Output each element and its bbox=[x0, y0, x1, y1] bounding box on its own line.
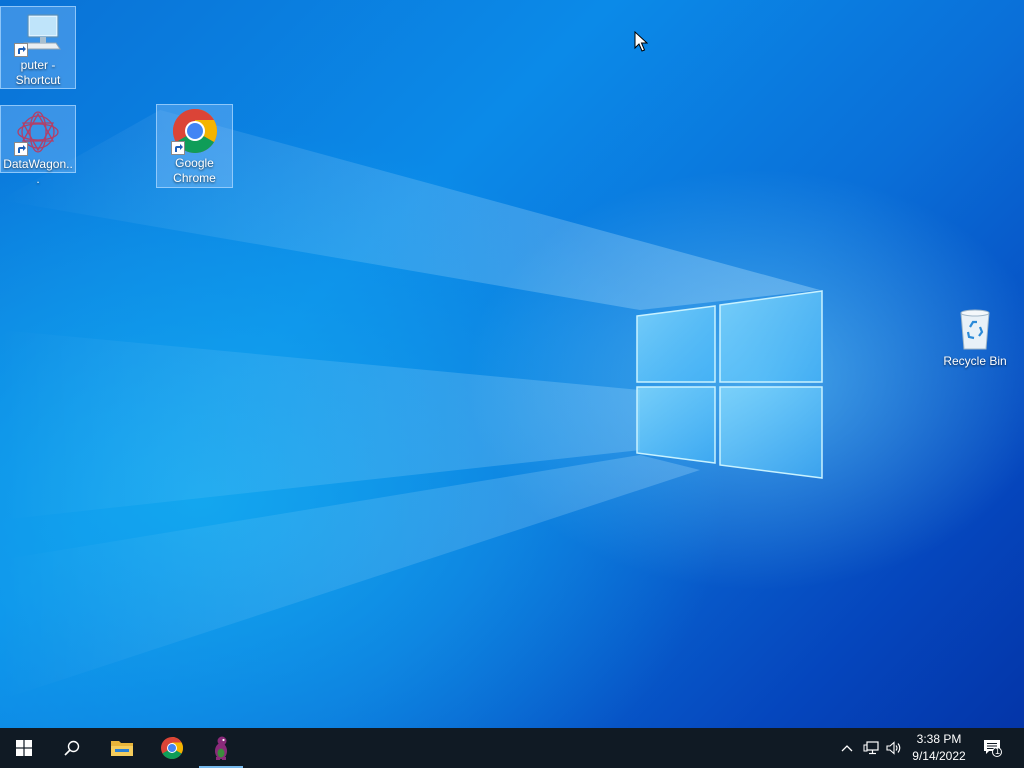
shortcut-arrow-icon bbox=[14, 43, 28, 57]
file-explorer-icon bbox=[111, 741, 133, 756]
volume-icon bbox=[886, 741, 901, 755]
clock-date: 9/14/2022 bbox=[912, 749, 966, 763]
datawagon-app-icon bbox=[215, 736, 227, 760]
notification-count-badge: 1 bbox=[994, 746, 1000, 756]
action-center-button[interactable]: 1 bbox=[978, 728, 1008, 768]
desktop-icon-label: puter - Shortcut bbox=[15, 58, 61, 87]
taskbar-google-chrome[interactable] bbox=[148, 728, 196, 768]
chevron-up-icon bbox=[841, 745, 853, 752]
desktop-icon-label: Google Chrome bbox=[173, 156, 216, 185]
chrome-icon bbox=[161, 737, 183, 759]
network-icon bbox=[863, 741, 879, 755]
clock-time: 3:38 PM bbox=[916, 732, 962, 746]
desktop-icon-datawagon[interactable]: DataWagon... bbox=[0, 105, 76, 186]
windows-start-icon bbox=[16, 740, 32, 756]
wallpaper-windows-logo bbox=[636, 290, 823, 479]
network-tray-button[interactable] bbox=[860, 728, 882, 768]
mouse-cursor-icon bbox=[634, 31, 648, 52]
taskbar-clock[interactable]: 3:38 PM 9/14/2022 bbox=[902, 728, 976, 768]
shortcut-arrow-icon bbox=[14, 142, 28, 156]
desktop-icon-label: DataWagon... bbox=[3, 157, 73, 186]
desktop-icon-google-chrome[interactable]: Google Chrome bbox=[156, 104, 233, 188]
shortcut-arrow-icon bbox=[170, 141, 185, 155]
taskbar: 3:38 PM 9/14/2022 1 bbox=[0, 728, 1024, 768]
taskbar-file-explorer[interactable] bbox=[98, 728, 146, 768]
start-button[interactable] bbox=[0, 728, 48, 768]
taskbar-datawagon-app[interactable] bbox=[197, 728, 245, 768]
wallpaper-light-beams bbox=[0, 110, 820, 700]
desktop-icon-computer-shortcut[interactable]: puter - Shortcut bbox=[0, 6, 76, 89]
desktop-icon-label: Recycle Bin bbox=[943, 354, 1007, 368]
recycle-bin-icon bbox=[960, 309, 990, 350]
desktop-icon-recycle-bin[interactable]: Recycle Bin bbox=[937, 303, 1013, 373]
show-hidden-icons-button[interactable] bbox=[836, 728, 858, 768]
desktop[interactable]: puter - Shortcut DataWagon... Google Chr… bbox=[0, 0, 1024, 728]
search-icon bbox=[64, 740, 80, 756]
search-button[interactable] bbox=[48, 728, 96, 768]
